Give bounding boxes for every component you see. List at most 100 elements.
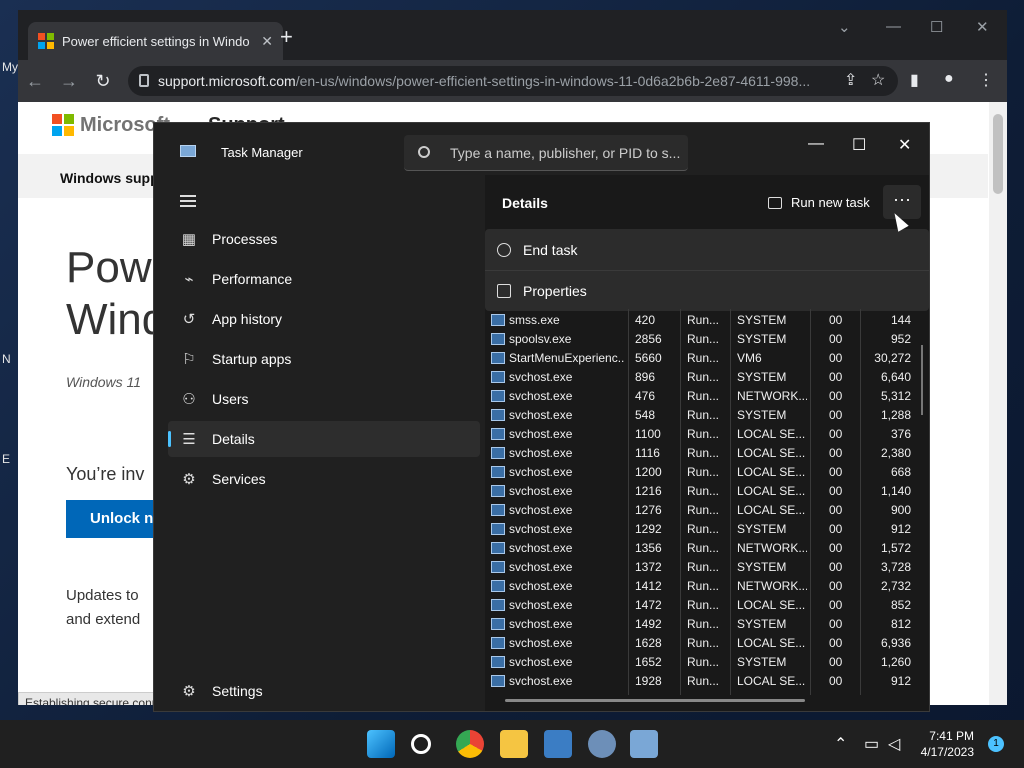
chevron-up-icon[interactable]: ⌃ xyxy=(834,734,847,754)
table-row[interactable]: svchost.exe 1628 Run... LOCAL SE... 00 6,936 xyxy=(485,634,929,653)
task-manager-window: Task Manager Type a name, publisher, or … xyxy=(153,122,930,712)
sidebar-item-services[interactable]: ⚙ Services xyxy=(168,461,480,497)
table-row[interactable]: svchost.exe 1216 Run... LOCAL SE... 00 1,140 xyxy=(485,482,929,501)
table-cell: svchost.exe xyxy=(509,427,573,441)
side-panel-icon[interactable]: ▮ xyxy=(910,70,919,90)
table-row[interactable]: svchost.exe 476 Run... NETWORK... 00 5,312 xyxy=(485,387,929,406)
volume-icon[interactable]: ◁ xyxy=(888,734,900,754)
table-cell: Run... xyxy=(687,598,720,612)
table-cell: 144 xyxy=(890,313,911,327)
minimize-button[interactable]: — xyxy=(886,18,901,35)
close-window-button[interactable]: ✕ xyxy=(976,18,989,36)
table-row[interactable]: StartMenuExperienc... 5660 Run... VM6 00 30,2… xyxy=(485,349,929,368)
table-row[interactable]: smss.exe 420 Run... SYSTEM 00 144 xyxy=(485,311,929,330)
bookmark-star-icon[interactable]: ☆ xyxy=(871,70,885,90)
table-cell: 1100 xyxy=(635,427,661,441)
table-row[interactable]: svchost.exe 1372 Run... SYSTEM 00 3,728 xyxy=(485,558,929,577)
start-button[interactable] xyxy=(367,730,395,758)
vertical-scrollbar[interactable] xyxy=(921,345,923,415)
close-button[interactable]: ✕ xyxy=(898,135,911,155)
table-row[interactable]: svchost.exe 548 Run... SYSTEM 00 1,288 xyxy=(485,406,929,425)
table-row[interactable]: svchost.exe 1292 Run... SYSTEM 00 912 xyxy=(485,520,929,539)
notification-badge[interactable]: 1 xyxy=(988,736,1004,752)
table-cell: NETWORK... xyxy=(737,541,807,555)
table-cell: 852 xyxy=(890,598,911,612)
sidebar-item-startup-apps[interactable]: ⚐ Startup apps xyxy=(168,341,480,377)
file-explorer-icon[interactable] xyxy=(500,730,528,758)
run-new-task-button[interactable]: Run new task xyxy=(768,195,870,210)
control-panel-icon[interactable] xyxy=(544,730,572,758)
table-row[interactable]: svchost.exe 1116 Run... LOCAL SE... 00 2,380 xyxy=(485,444,929,463)
minimize-button[interactable]: — xyxy=(808,135,824,153)
table-cell: Run... xyxy=(687,655,720,669)
table-cell: 00 xyxy=(829,522,843,536)
process-icon xyxy=(491,675,505,687)
maximize-button[interactable]: ☐ xyxy=(930,18,943,36)
search-icon[interactable] xyxy=(411,734,431,754)
table-cell: 3,728 xyxy=(880,560,911,574)
back-button[interactable]: ← xyxy=(18,71,52,92)
process-icon xyxy=(491,352,505,364)
table-cell: 668 xyxy=(890,465,911,479)
close-tab-icon[interactable]: ✕ xyxy=(261,33,273,50)
sidebar-item-performance[interactable]: ⌁ Performance xyxy=(168,261,480,297)
sidebar-item-processes[interactable]: ▦ Processes xyxy=(168,221,480,257)
table-row[interactable]: svchost.exe 1492 Run... SYSTEM 00 812 xyxy=(485,615,929,634)
unlock-button[interactable]: Unlock n xyxy=(66,500,166,538)
search-input[interactable]: Type a name, publisher, or PID to s... xyxy=(404,135,688,171)
context-menu: End task Properties xyxy=(485,229,929,311)
table-cell: Run... xyxy=(687,427,720,441)
table-row[interactable]: svchost.exe 1356 Run... NETWORK... 00 1,572 xyxy=(485,539,929,558)
browser-tab[interactable]: Power efficient settings in Windo ✕ xyxy=(28,22,283,60)
windows-support-link[interactable]: Windows suppo xyxy=(60,170,167,186)
table-row[interactable]: svchost.exe 1412 Run... NETWORK... 00 2,732 xyxy=(485,577,929,596)
date: 4/17/2023 xyxy=(920,745,974,759)
promo-text: You’re inv xyxy=(66,464,145,484)
page-title: Details xyxy=(502,195,548,211)
sidebar-item-app-history[interactable]: ↺ App history xyxy=(168,301,480,337)
table-row[interactable]: svchost.exe 1472 Run... LOCAL SE... 00 852 xyxy=(485,596,929,615)
menu-item-properties[interactable]: Properties xyxy=(485,270,929,311)
table-row[interactable]: spoolsv.exe 2856 Run... SYSTEM 00 952 xyxy=(485,330,929,349)
sidebar-item-label: Services xyxy=(212,471,266,487)
table-cell: svchost.exe xyxy=(509,598,573,612)
horizontal-scrollbar[interactable] xyxy=(505,699,805,702)
table-cell: 420 xyxy=(635,313,656,327)
sidebar-item-settings[interactable]: ⚙ Settings xyxy=(168,673,480,709)
new-tab-button[interactable]: + xyxy=(280,24,293,50)
maximize-button[interactable]: ☐ xyxy=(852,135,866,155)
menu-item-label: End task xyxy=(523,241,578,258)
table-row[interactable]: svchost.exe 1276 Run... LOCAL SE... 00 900 xyxy=(485,501,929,520)
table-cell: Run... xyxy=(687,522,720,536)
profile-icon[interactable]: ● xyxy=(944,70,954,88)
end-task-icon xyxy=(497,242,511,257)
table-row[interactable]: svchost.exe 1928 Run... LOCAL SE... 00 912 xyxy=(485,672,929,691)
table-row[interactable]: svchost.exe 1100 Run... LOCAL SE... 00 376 xyxy=(485,425,929,444)
table-cell: smss.exe xyxy=(509,313,560,327)
menu-icon[interactable]: ⋮ xyxy=(978,70,994,90)
share-icon[interactable]: ⇪ xyxy=(844,70,857,90)
tab-title: Power efficient settings in Windo xyxy=(62,33,250,49)
microsoft-logo-icon[interactable] xyxy=(52,114,74,136)
sidebar-item-label: App history xyxy=(212,311,283,327)
table-row[interactable]: svchost.exe 896 Run... SYSTEM 00 6,640 xyxy=(485,368,929,387)
menu-item-end-task[interactable]: End task xyxy=(485,229,929,270)
sidebar-item-details[interactable]: ☰ Details xyxy=(168,421,480,457)
task-manager-taskbar-icon[interactable] xyxy=(630,730,658,758)
table-row[interactable]: svchost.exe 1200 Run... LOCAL SE... 00 668 xyxy=(485,463,929,482)
settings-icon[interactable] xyxy=(588,730,616,758)
table-cell: 00 xyxy=(829,579,843,593)
forward-button[interactable]: → xyxy=(52,71,86,92)
services-icon: ⚙ xyxy=(182,471,196,488)
table-row[interactable]: svchost.exe 1652 Run... SYSTEM 00 1,260 xyxy=(485,653,929,672)
address-bar[interactable]: support.microsoft.com/en-us/windows/powe… xyxy=(128,66,898,96)
chrome-icon[interactable] xyxy=(456,730,484,758)
sidebar-item-users[interactable]: ⚇ Users xyxy=(168,381,480,417)
table-cell: 1276 xyxy=(635,503,662,517)
page-scrollbar[interactable] xyxy=(989,102,1007,705)
hamburger-menu-icon[interactable] xyxy=(180,195,196,207)
clock[interactable]: 7:41 PM 4/17/2023 xyxy=(921,728,974,760)
reload-button[interactable]: ↻ xyxy=(86,71,120,92)
tab-search-icon[interactable]: ⌄ xyxy=(838,18,851,36)
network-icon[interactable]: ▭ xyxy=(864,734,879,754)
